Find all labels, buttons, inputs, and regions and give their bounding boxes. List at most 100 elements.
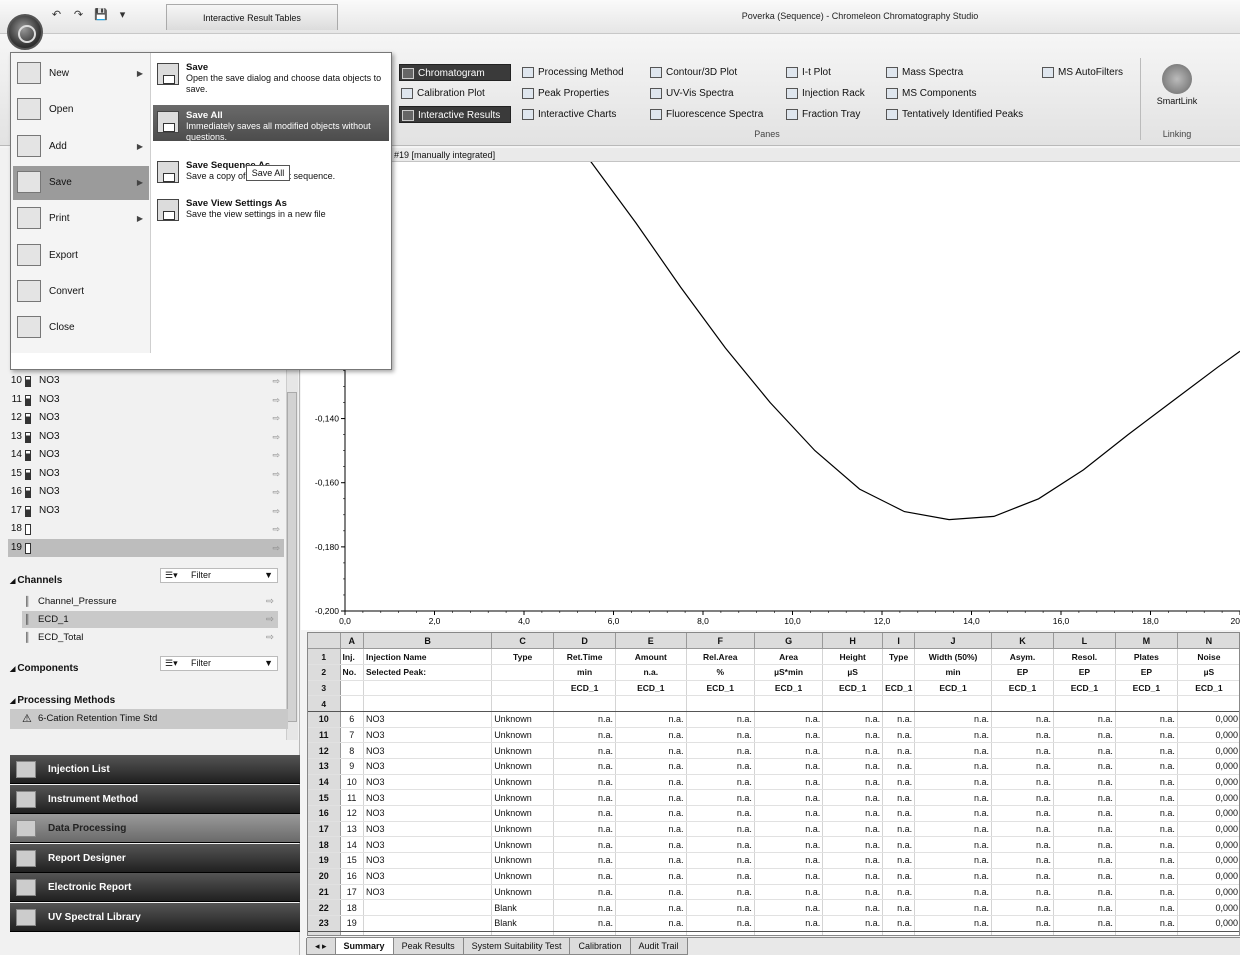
table-cell[interactable]: n.a.: [991, 868, 1054, 885]
table-cell[interactable]: 13: [340, 821, 365, 838]
save-submenu-item[interactable]: Save All Immediately saves all modified o…: [153, 105, 389, 142]
save-submenu-item[interactable]: Save View Settings As Save the view setti…: [153, 193, 389, 229]
nav-instrument-method-button[interactable]: Instrument Method: [10, 784, 300, 814]
table-cell[interactable]: n.a.: [1115, 915, 1178, 932]
header-cell[interactable]: No.: [340, 664, 365, 681]
table-row[interactable]: 15 11 NO3 Unknown n.a. n.a. n.a. n.a. n.a. n.a. n.…: [308, 789, 1239, 807]
header-cell[interactable]: µS: [1177, 664, 1239, 681]
table-cell[interactable]: 14: [340, 836, 365, 854]
table-cell[interactable]: n.a.: [991, 915, 1054, 932]
table-cell[interactable]: n.a.: [754, 868, 824, 885]
nav-report-designer-button[interactable]: Report Designer: [10, 843, 300, 873]
table-cell[interactable]: 0,00: [991, 931, 1054, 935]
table-cell[interactable]: n.a.: [882, 821, 916, 838]
table-row[interactable]: 17 13 NO3 Unknown n.a. n.a. n.a. n.a. n.a. n.a. n.…: [308, 821, 1239, 838]
row-number[interactable]: 10: [308, 711, 341, 728]
table-cell[interactable]: n.a.: [754, 711, 824, 728]
table-cell[interactable]: NO3: [363, 836, 493, 854]
ribbon-button[interactable]: Calibration Plot: [399, 85, 511, 102]
table-cell[interactable]: 0,000: [1177, 742, 1239, 759]
header-cell[interactable]: [991, 695, 1054, 712]
header-cell[interactable]: ECD_1: [822, 680, 884, 697]
table-cell[interactable]: [1177, 931, 1239, 935]
sheet-tab-calibration[interactable]: Calibration: [569, 938, 631, 955]
table-cell[interactable]: n.a.: [1115, 774, 1178, 791]
table-cell[interactable]: n.a.: [882, 774, 916, 791]
table-row[interactable]: 11 7 NO3 Unknown n.a. n.a. n.a. n.a. n.a. n.a. n.a…: [308, 727, 1239, 744]
table-cell[interactable]: 11: [340, 789, 365, 807]
table-cell[interactable]: NO3: [363, 742, 493, 759]
header-cell[interactable]: [553, 695, 617, 712]
table-cell[interactable]: n.a.: [1053, 836, 1116, 854]
channel-item-ecd1[interactable]: ECD_1 ⇨: [22, 611, 278, 628]
table-cell[interactable]: n.a.: [882, 727, 916, 744]
column-letter[interactable]: M: [1115, 633, 1178, 650]
nav-data-processing-button[interactable]: Data Processing: [10, 814, 300, 844]
table-cell[interactable]: Maximum: [340, 931, 365, 935]
injection-row[interactable]: 12 NO3 ⇨: [8, 409, 284, 428]
column-letter[interactable]: H: [822, 633, 884, 650]
table-cell[interactable]: Unknown: [491, 868, 555, 885]
table-cell[interactable]: NO3: [363, 774, 493, 791]
table-row[interactable]: 14 10 NO3 Unknown n.a. n.a. n.a. n.a. n.a. n.a. n.…: [308, 774, 1239, 791]
header-cell[interactable]: min: [553, 664, 617, 681]
table-cell[interactable]: 17: [340, 884, 365, 901]
table-cell[interactable]: n.a.: [615, 884, 687, 901]
table-cell[interactable]: n.a.: [914, 915, 993, 932]
table-cell[interactable]: 9: [340, 758, 365, 775]
table-cell[interactable]: n.a.: [615, 836, 687, 854]
ribbon-button[interactable]: Processing Method: [520, 64, 638, 81]
column-letter[interactable]: L: [1053, 633, 1116, 650]
header-cell[interactable]: Area: [754, 648, 824, 665]
row-number[interactable]: 15: [308, 789, 341, 807]
table-cell[interactable]: 0,00: [1053, 931, 1116, 935]
column-letter[interactable]: J: [914, 633, 993, 650]
header-cell[interactable]: EP: [1115, 664, 1178, 681]
header-cell[interactable]: ECD_1: [615, 680, 687, 697]
table-cell[interactable]: n.a.: [553, 899, 617, 916]
header-cell[interactable]: ECD_1: [914, 680, 993, 697]
table-row[interactable]: 16 12 NO3 Unknown n.a. n.a. n.a. n.a. n.a. n.a. n.…: [308, 805, 1239, 822]
table-cell[interactable]: n.a.: [1053, 774, 1116, 791]
table-cell[interactable]: n.a.: [686, 836, 755, 854]
table-cell[interactable]: n.a.: [686, 884, 755, 901]
table-cell[interactable]: n.a.: [686, 758, 755, 775]
table-cell[interactable]: n.a.: [914, 742, 993, 759]
table-cell[interactable]: n.a.: [1053, 868, 1116, 885]
table-row[interactable]: 12 8 NO3 Unknown n.a. n.a. n.a. n.a. n.a. n.a. n.a…: [308, 742, 1239, 759]
chromatogram-pane[interactable]: -0,080-0,100-0,120-0,140-0,160-0,180-0,2…: [301, 162, 1240, 630]
header-cell[interactable]: [491, 695, 555, 712]
table-cell[interactable]: 0,000: [1177, 711, 1239, 728]
column-letter[interactable]: G: [754, 633, 824, 650]
table-cell[interactable]: n.a.: [914, 727, 993, 744]
table-cell[interactable]: n.a.: [822, 868, 884, 885]
table-cell[interactable]: n.a.: [822, 836, 884, 854]
nav-uv-spectral-library-button[interactable]: UV Spectral Library: [10, 903, 300, 932]
table-cell[interactable]: n.a.: [1115, 836, 1178, 854]
table-cell[interactable]: n.a.: [914, 852, 993, 869]
row-number[interactable]: 22: [308, 899, 341, 916]
table-row[interactable]: 21 17 NO3 Unknown n.a. n.a. n.a. n.a. n.a. n.a. n.…: [308, 884, 1239, 901]
table-cell[interactable]: Blank: [491, 915, 555, 932]
table-cell[interactable]: n.a.: [553, 742, 617, 759]
column-letter[interactable]: F: [686, 633, 755, 650]
header-cell[interactable]: Type: [882, 648, 916, 665]
header-cell[interactable]: [363, 680, 493, 697]
table-cell[interactable]: n.a.: [553, 852, 617, 869]
sheet-nav-arrows[interactable]: ◂ ▸: [306, 938, 336, 955]
table-cell[interactable]: n.a.: [822, 774, 884, 791]
column-letter[interactable]: C: [491, 633, 555, 650]
table-cell[interactable]: n.a.: [553, 789, 617, 807]
header-cell[interactable]: Rel.Area: [686, 648, 755, 665]
nav-injection-list-button[interactable]: Injection List: [10, 755, 300, 784]
table-cell[interactable]: n.a.: [1053, 884, 1116, 901]
channel-item-ecd-total[interactable]: ECD_Total ⇨: [22, 629, 278, 646]
table-cell[interactable]: n.a.: [822, 884, 884, 901]
table-cell[interactable]: n.a.: [615, 868, 687, 885]
ribbon-button[interactable]: Fraction Tray: [784, 106, 876, 123]
header-cell[interactable]: ECD_1: [553, 680, 617, 697]
table-cell[interactable]: Unknown: [491, 805, 555, 822]
table-cell[interactable]: n.a.: [615, 758, 687, 775]
table-cell[interactable]: n.a.: [882, 789, 916, 807]
table-cell[interactable]: NO3: [363, 789, 493, 807]
